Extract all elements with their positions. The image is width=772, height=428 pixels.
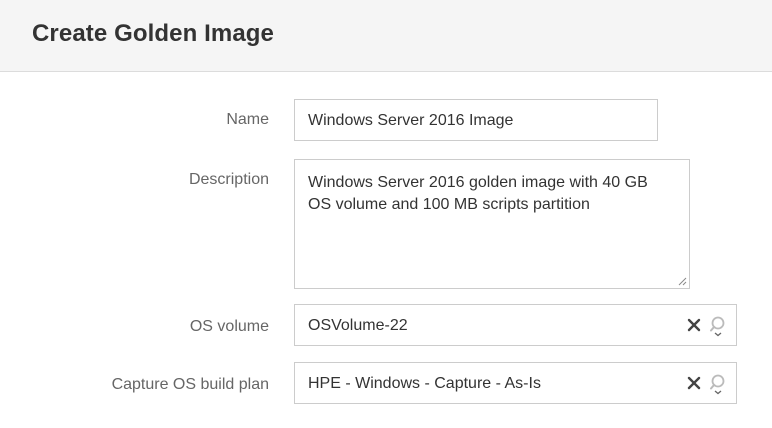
- dialog-header: Create Golden Image: [0, 0, 772, 72]
- build-plan-label: Capture OS build plan: [111, 376, 269, 393]
- os-volume-label: OS volume: [189, 318, 269, 335]
- name-input-value: Windows Server 2016 Image: [308, 112, 514, 129]
- name-label: Name: [226, 111, 269, 128]
- search-icon[interactable]: [708, 373, 728, 395]
- os-volume-select[interactable]: OSVolume-22: [294, 304, 737, 346]
- clear-icon[interactable]: [686, 317, 702, 333]
- clear-icon[interactable]: [686, 375, 702, 391]
- os-volume-value: OSVolume-22: [308, 317, 408, 334]
- name-input[interactable]: Windows Server 2016 Image: [294, 99, 658, 141]
- build-plan-select[interactable]: HPE - Windows - Capture - As-Is: [294, 362, 737, 404]
- search-icon[interactable]: [708, 315, 728, 337]
- description-label: Description: [188, 171, 269, 188]
- description-textarea[interactable]: Windows Server 2016 golden image with 40…: [294, 159, 690, 289]
- resize-handle-icon[interactable]: [678, 277, 687, 286]
- description-textarea-value: Windows Server 2016 golden image with 40…: [308, 174, 648, 213]
- build-plan-value: HPE - Windows - Capture - As-Is: [308, 375, 541, 392]
- dialog-title: Create Golden Image: [32, 20, 274, 47]
